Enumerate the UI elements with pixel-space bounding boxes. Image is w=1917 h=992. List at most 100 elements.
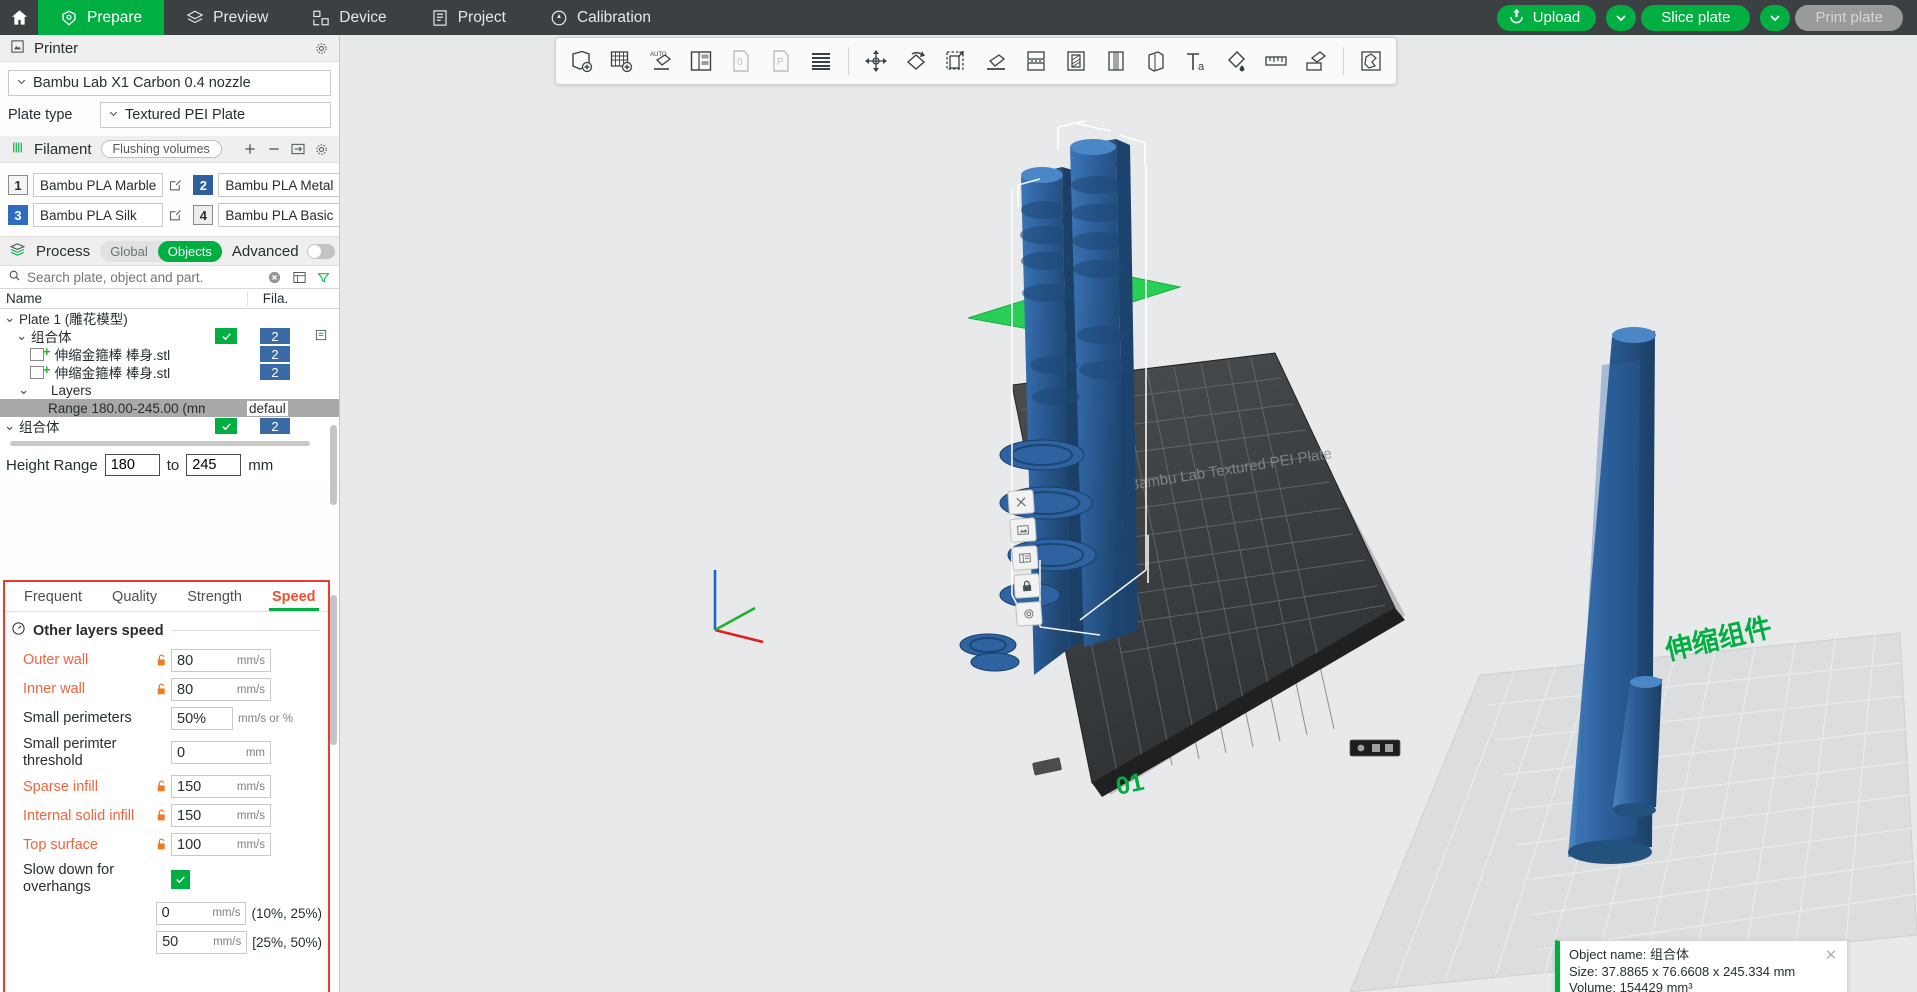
- chevron-down-icon[interactable]: ⌄: [18, 382, 29, 398]
- seam-paint-icon[interactable]: [1138, 42, 1174, 80]
- scope-global-option[interactable]: Global: [100, 241, 158, 262]
- filament-swatch[interactable]: 4: [193, 205, 214, 225]
- unlock-icon[interactable]: [151, 779, 171, 794]
- tree-row-part[interactable]: + 伸缩金箍棒 棒身.stl 2: [0, 344, 339, 363]
- visibility-checkbox[interactable]: [215, 418, 237, 434]
- option-field[interactable]: mm/s: [171, 649, 271, 672]
- printer-preset-combo[interactable]: Bambu Lab X1 Carbon 0.4 nozzle: [8, 70, 331, 96]
- filament-badge[interactable]: 2: [260, 364, 290, 380]
- print-plate-button[interactable]: Print plate: [1795, 4, 1903, 31]
- assembly-icon[interactable]: [1298, 42, 1334, 80]
- object-tree-scrollbar[interactable]: [330, 425, 337, 505]
- lock-plate-icon[interactable]: [1013, 573, 1041, 599]
- color-paint-icon[interactable]: [1098, 42, 1134, 80]
- advanced-toggle[interactable]: [306, 243, 335, 259]
- filament-slot-2[interactable]: 2 Bambu PLA Metal: [193, 173, 360, 197]
- cut-icon[interactable]: [1018, 42, 1054, 80]
- object-settings-icon[interactable]: [314, 328, 328, 345]
- filament-settings-gear-icon[interactable]: [314, 142, 329, 157]
- option-input[interactable]: [177, 652, 233, 669]
- text-emboss-icon[interactable]: a: [1178, 42, 1214, 80]
- add-filament-icon[interactable]: [242, 141, 258, 157]
- height-range-from-input[interactable]: [104, 454, 160, 476]
- edit-filament-icon[interactable]: [168, 208, 183, 223]
- list-view-icon[interactable]: [292, 270, 307, 285]
- option-input[interactable]: [177, 807, 233, 824]
- option-input[interactable]: [162, 934, 210, 951]
- search-input[interactable]: [27, 269, 261, 285]
- tree-row-object[interactable]: ⌄ 组合体 2: [0, 327, 339, 345]
- tab-strength[interactable]: Strength: [172, 582, 257, 612]
- settings-panel-scrollbar[interactable]: [330, 595, 337, 745]
- tree-row-layers[interactable]: ⌄ Layers: [0, 381, 339, 399]
- plate-settings-icon[interactable]: [1015, 600, 1043, 627]
- split-view-icon[interactable]: [683, 42, 719, 80]
- move-icon[interactable]: [858, 42, 894, 80]
- tree-row-plate[interactable]: ⌄ Plate 1 (雕花模型): [0, 309, 339, 327]
- add-plate-icon[interactable]: [603, 42, 639, 80]
- arrange-plate-icon[interactable]: [1009, 517, 1037, 543]
- range-preset-name[interactable]: defaul: [247, 400, 288, 416]
- slice-plate-button[interactable]: Slice plate: [1641, 4, 1751, 31]
- chevron-down-icon[interactable]: ⌄: [16, 328, 27, 344]
- tab-frequent[interactable]: Frequent: [9, 582, 97, 612]
- add-object-icon[interactable]: [563, 42, 599, 80]
- 3d-scene[interactable]: Bambu Lab Textured PEI Plate 01 伸缩组件: [340, 35, 1917, 992]
- object-0-icon[interactable]: 0: [723, 42, 759, 80]
- scope-objects-option[interactable]: Objects: [157, 240, 222, 262]
- option-input[interactable]: [161, 905, 209, 922]
- filament-badge[interactable]: 2: [260, 346, 290, 362]
- filament-swatch[interactable]: 3: [8, 205, 28, 225]
- plate-type-combo[interactable]: Textured PEI Plate: [100, 102, 331, 128]
- object-search-bar[interactable]: [0, 266, 339, 289]
- tree-row-height-range[interactable]: Range 180.00-245.00 (mm) defaul: [0, 399, 339, 417]
- fill-color-icon[interactable]: [1218, 42, 1254, 80]
- scale-icon[interactable]: [938, 42, 974, 80]
- option-field[interactable]: mm/s: [171, 833, 271, 857]
- filament-name[interactable]: Bambu PLA Metal: [218, 173, 341, 197]
- option-field[interactable]: mm/s: [171, 804, 271, 828]
- option-input[interactable]: [177, 681, 233, 698]
- sync-filament-icon[interactable]: [290, 141, 306, 157]
- mesh-boolean-icon[interactable]: [1353, 42, 1389, 80]
- option-field[interactable]: mm/s: [156, 930, 248, 954]
- filter-icon[interactable]: [316, 270, 331, 285]
- slice-dropdown-caret[interactable]: [1606, 4, 1637, 31]
- upload-button[interactable]: Upload: [1496, 4, 1597, 31]
- option-field[interactable]: mm/s: [171, 775, 271, 799]
- tab-device[interactable]: Device: [290, 0, 408, 35]
- auto-arrange-icon[interactable]: AUTO: [643, 42, 679, 80]
- unlock-icon[interactable]: [151, 808, 171, 823]
- chevron-down-icon[interactable]: ⌄: [4, 310, 15, 326]
- tree-row-object-2[interactable]: ⌄ 组合体 2: [0, 417, 339, 435]
- option-input[interactable]: [177, 778, 233, 795]
- unlock-icon[interactable]: [151, 653, 171, 668]
- option-field[interactable]: mm: [171, 741, 271, 765]
- flushing-volumes-button[interactable]: Flushing volumes: [100, 140, 222, 158]
- height-range-to-input[interactable]: [186, 454, 242, 476]
- delete-plate-icon[interactable]: [1007, 489, 1035, 516]
- filament-slot-3[interactable]: 3 Bambu PLA Silk: [8, 203, 183, 227]
- option-field[interactable]: [171, 707, 233, 730]
- tab-project[interactable]: Project: [409, 0, 528, 35]
- tab-preview[interactable]: Preview: [164, 0, 290, 35]
- remove-filament-icon[interactable]: [266, 141, 282, 157]
- 3d-viewport[interactable]: Bambu Lab Textured PEI Plate 01 伸缩组件 AUT…: [340, 35, 1917, 992]
- clear-circle-icon[interactable]: [267, 270, 282, 285]
- filament-slot-1[interactable]: 1 Bambu PLA Marble: [8, 173, 183, 197]
- tree-row-part[interactable]: + 伸缩金箍棒 棒身.stl 2: [0, 362, 339, 381]
- layers-icon[interactable]: [803, 42, 839, 80]
- process-scope-toggle[interactable]: Global Objects: [100, 240, 222, 262]
- rotate-icon[interactable]: [898, 42, 934, 80]
- print-dropdown-caret[interactable]: [1760, 4, 1791, 31]
- support-paint-icon[interactable]: [1058, 42, 1094, 80]
- measure-icon[interactable]: [1258, 42, 1294, 80]
- unlock-icon[interactable]: [151, 682, 171, 697]
- chevron-down-icon[interactable]: ⌄: [4, 418, 15, 434]
- tab-calibration[interactable]: Calibration: [528, 0, 673, 35]
- option-field[interactable]: mm/s: [155, 901, 247, 925]
- close-circle-icon[interactable]: ✕: [1822, 947, 1840, 965]
- object-tree-hscrollbar[interactable]: [10, 441, 310, 446]
- object-p-icon[interactable]: P: [763, 42, 799, 80]
- flatten-icon[interactable]: [978, 42, 1014, 80]
